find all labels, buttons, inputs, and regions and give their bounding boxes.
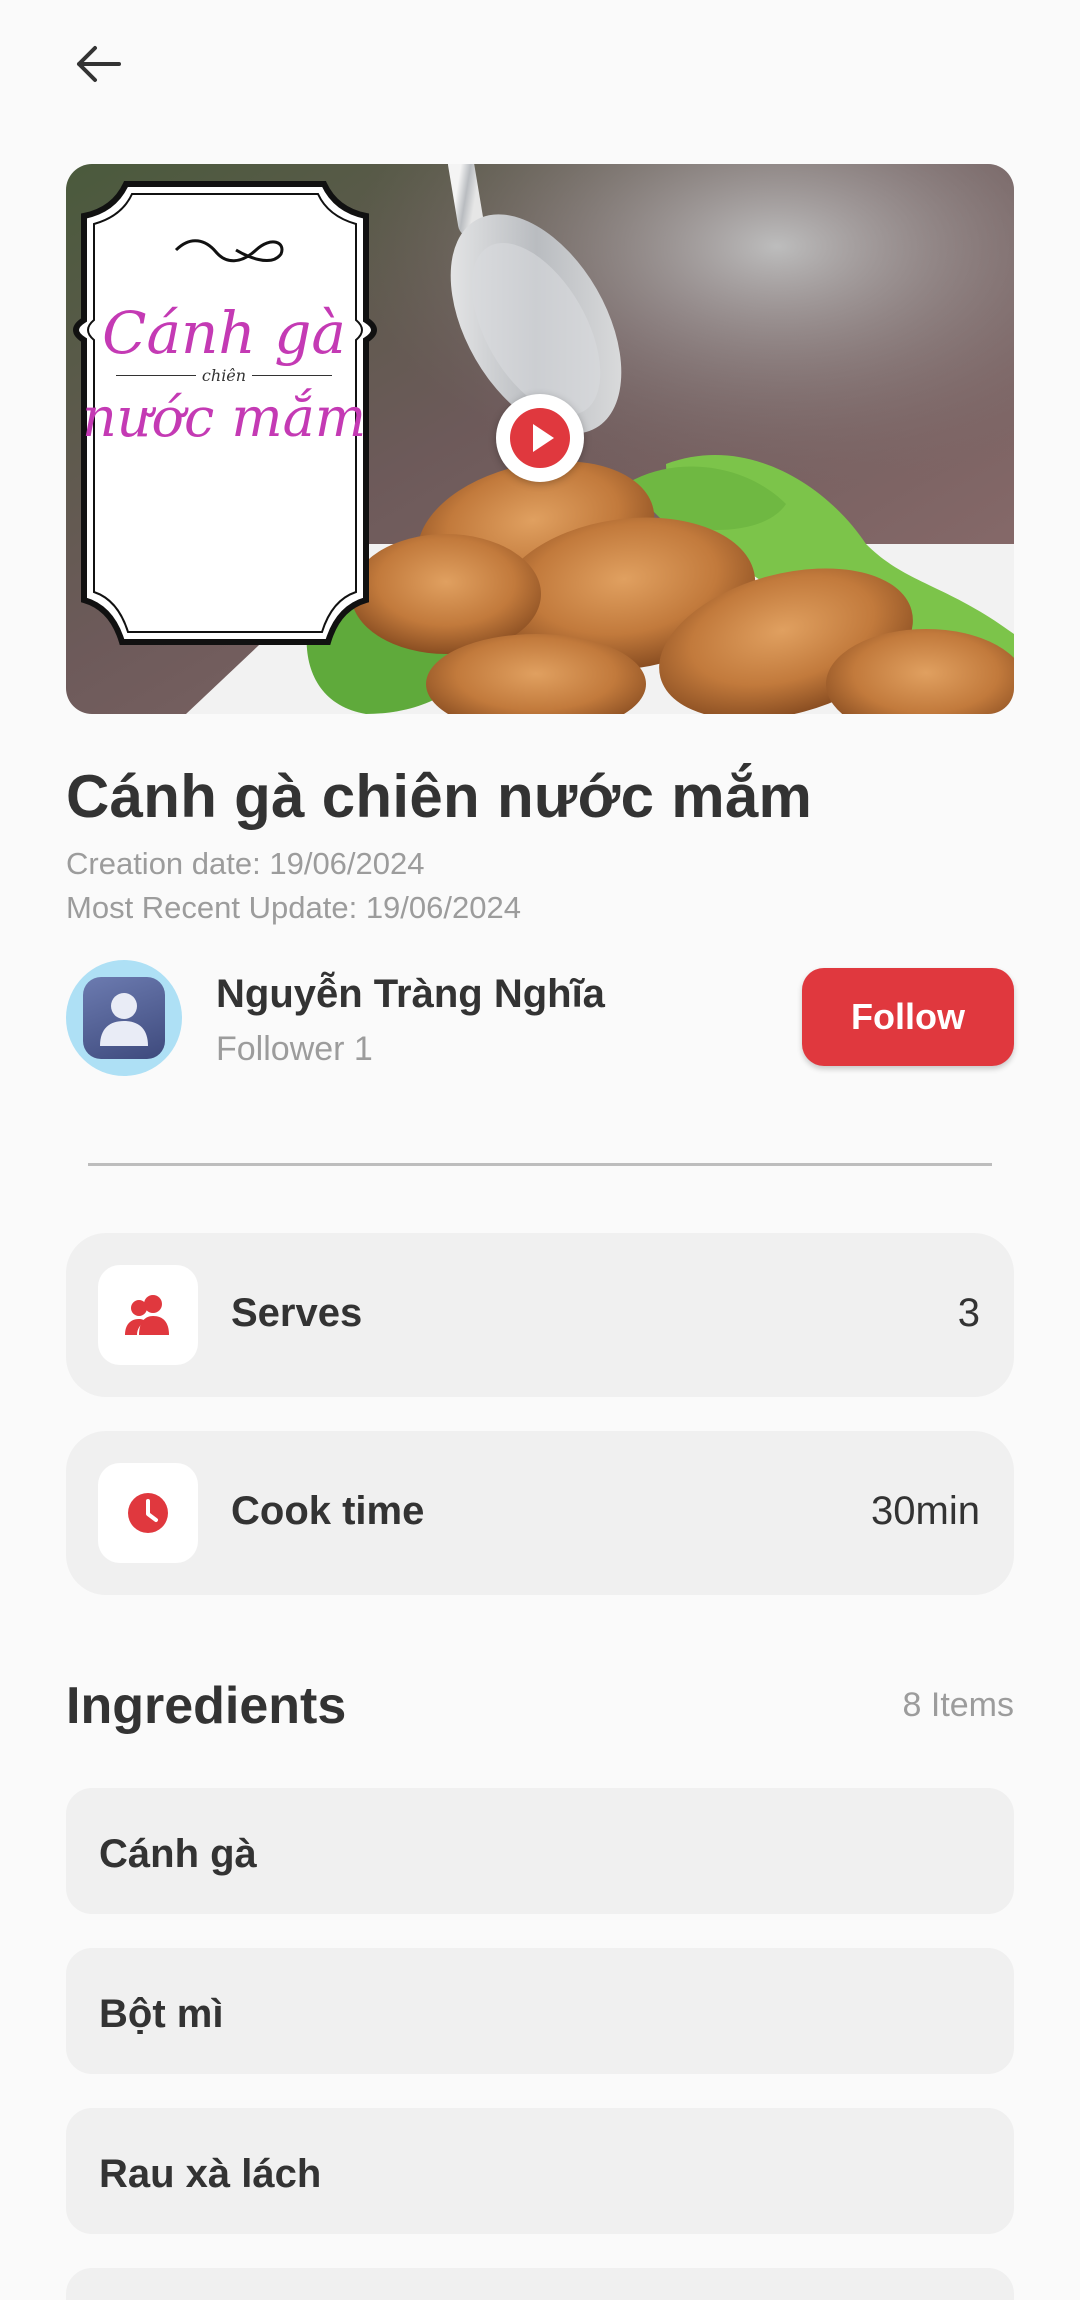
- avatar[interactable]: [66, 960, 182, 1076]
- ingredient-name: Bột mì: [99, 1992, 224, 2036]
- serves-card: Serves 3: [66, 1233, 1014, 1397]
- play-icon: [510, 408, 570, 468]
- recipe-video-thumbnail[interactable]: Cánh gà chiên nước mắm: [66, 164, 1014, 714]
- play-button[interactable]: [496, 394, 584, 482]
- clock-icon: [128, 1493, 168, 1533]
- updated-date: Most Recent Update: 19/06/2024: [66, 890, 521, 925]
- cook-time-icon-box: [98, 1463, 198, 1563]
- serves-icon-box: [98, 1265, 198, 1365]
- ingredient-item[interactable]: [66, 2268, 1014, 2300]
- ingredient-name: Rau xà lách: [99, 2152, 322, 2196]
- recipe-title: Cánh gà chiên nước mắm: [66, 763, 813, 830]
- follow-button[interactable]: Follow: [802, 968, 1014, 1066]
- creation-date: Creation date: 19/06/2024: [66, 846, 425, 881]
- ingredients-title: Ingredients: [66, 1677, 347, 1735]
- people-icon: [125, 1295, 169, 1335]
- arrow-left-icon: [77, 46, 121, 82]
- ingredient-item[interactable]: Cánh gà: [66, 1788, 1014, 1914]
- cook-time-label: Cook time: [231, 1489, 425, 1533]
- author-row: Nguyễn Tràng Nghĩa Follower 1 Follow: [66, 960, 1014, 1076]
- user-icon: [100, 993, 148, 1046]
- cook-time-value: 30min: [871, 1489, 980, 1533]
- recipe-label-text: Cánh gà chiên nước mắm: [81, 299, 367, 449]
- ingredient-name: Cánh gà: [99, 1832, 257, 1876]
- author-followers: Follower 1: [216, 1030, 373, 1068]
- ingredients-count: 8 Items: [902, 1686, 1014, 1724]
- serves-label: Serves: [231, 1291, 363, 1335]
- ingredient-item[interactable]: Rau xà lách: [66, 2108, 1014, 2234]
- back-button[interactable]: [66, 36, 130, 92]
- serves-value: 3: [957, 1291, 980, 1335]
- author-name[interactable]: Nguyễn Tràng Nghĩa: [216, 972, 605, 1017]
- ingredient-item[interactable]: Bột mì: [66, 1948, 1014, 2074]
- divider: [88, 1163, 992, 1166]
- cook-time-card: Cook time 30min: [66, 1431, 1014, 1595]
